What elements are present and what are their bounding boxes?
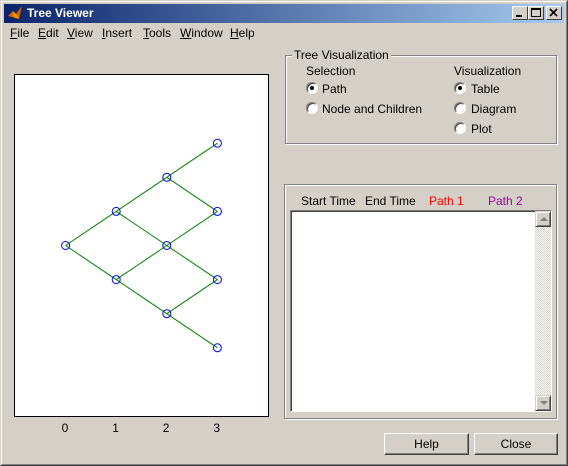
menu-tools[interactable]: Tools xyxy=(143,26,171,40)
menu-help[interactable]: Help xyxy=(230,26,255,40)
scroll-up-button[interactable] xyxy=(535,211,551,227)
tree-edge-6 xyxy=(166,142,218,178)
tree-viewer-window: Tree Viewer File Edit View Insert Tools Windo… xyxy=(0,0,568,466)
radio-diagram[interactable] xyxy=(454,102,466,114)
path-table-list[interactable] xyxy=(290,210,552,412)
help-button[interactable]: Help xyxy=(384,433,469,455)
matlab-logo-icon xyxy=(8,6,22,19)
maximize-button[interactable] xyxy=(528,6,544,20)
radio-table[interactable] xyxy=(454,82,466,94)
x-tick-label-3: 3 xyxy=(213,421,221,435)
arrow-up-icon xyxy=(540,217,548,221)
radio-plot-label[interactable]: Plot xyxy=(471,122,492,136)
close-icon xyxy=(549,8,558,17)
selection-heading: Selection xyxy=(306,64,356,78)
title-bar[interactable]: Tree Viewer xyxy=(4,4,564,23)
maximize-icon xyxy=(531,8,541,17)
visualization-heading: Visualization xyxy=(454,64,522,78)
radio-node-and-children[interactable] xyxy=(306,102,318,114)
tree-edge-4 xyxy=(115,245,168,281)
menu-file[interactable]: File xyxy=(10,26,29,40)
tree-edge-10 xyxy=(166,279,218,315)
x-tick-label-2: 2 xyxy=(162,421,170,435)
scroll-down-button[interactable] xyxy=(535,395,551,411)
radio-plot[interactable] xyxy=(454,122,466,134)
radio-node-and-children-label[interactable]: Node and Children xyxy=(322,102,422,116)
x-tick-label-0: 0 xyxy=(61,421,69,435)
minimize-icon xyxy=(516,15,522,17)
tree-plot-axes[interactable] xyxy=(14,74,269,417)
radio-path-label[interactable]: Path xyxy=(322,82,347,96)
header-end-time: End Time xyxy=(365,194,416,208)
tree-edge-11 xyxy=(166,313,218,349)
tree-edge-3 xyxy=(115,210,168,246)
close-window-button[interactable] xyxy=(546,6,562,20)
menu-edit[interactable]: Edit xyxy=(38,26,59,40)
menu-insert[interactable]: Insert xyxy=(102,26,132,40)
tree-edge-5 xyxy=(115,279,168,315)
minimize-button[interactable] xyxy=(512,6,528,20)
tree-edge-9 xyxy=(166,245,218,281)
menu-view[interactable]: View xyxy=(67,26,93,40)
menu-bar: File Edit View Insert Tools Window Help xyxy=(4,24,564,42)
radio-diagram-label[interactable]: Diagram xyxy=(471,102,516,116)
window-title: Tree Viewer xyxy=(27,6,94,20)
tree-visualization-title: Tree Visualization xyxy=(292,48,391,62)
header-path-2: Path 2 xyxy=(488,194,523,208)
arrow-down-icon xyxy=(540,401,548,405)
close-button[interactable]: Close xyxy=(474,433,558,455)
radio-table-label[interactable]: Table xyxy=(471,82,500,96)
tree-edge-2 xyxy=(115,176,168,212)
x-tick-label-1: 1 xyxy=(112,421,119,435)
tree-edge-7 xyxy=(166,176,218,212)
tree-edge-1 xyxy=(65,245,117,281)
vertical-scrollbar[interactable] xyxy=(535,211,551,411)
radio-path[interactable] xyxy=(306,82,318,94)
header-start-time: Start Time xyxy=(301,194,356,208)
tree-diagram[interactable] xyxy=(15,75,268,416)
header-path-1: Path 1 xyxy=(429,194,464,208)
menu-window[interactable]: Window xyxy=(180,26,223,40)
tree-edge-0 xyxy=(65,210,117,246)
tree-edge-8 xyxy=(166,210,218,246)
